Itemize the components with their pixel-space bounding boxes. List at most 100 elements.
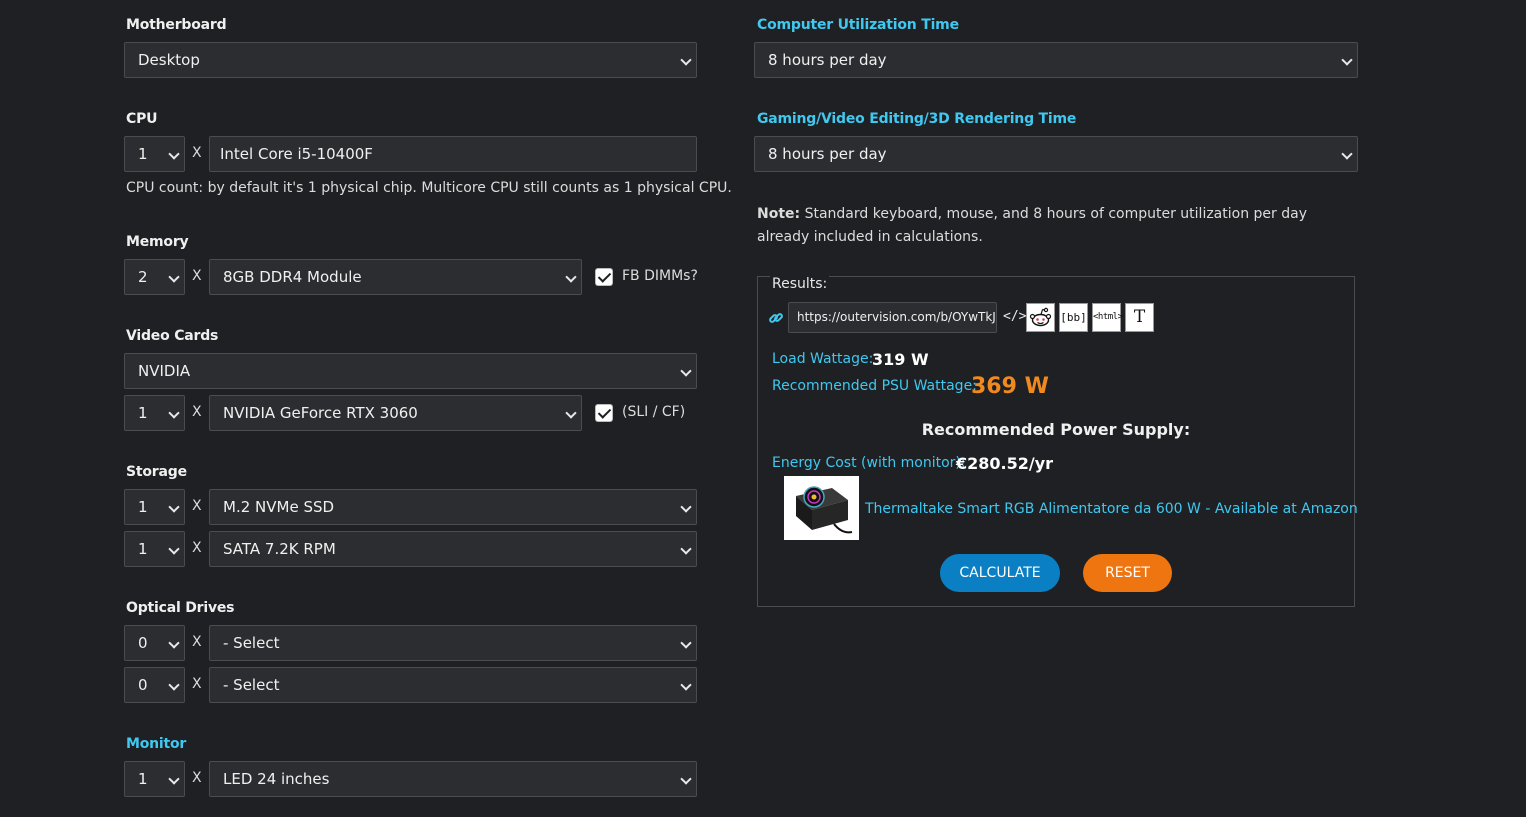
calculate-button[interactable]: CALCULATE (940, 554, 1060, 592)
video-count-select[interactable]: 1 (124, 395, 185, 431)
video-brand-value: NVIDIA (138, 362, 191, 380)
storage-count-select[interactable]: 1 (124, 531, 185, 567)
multiply-sign: X (192, 404, 202, 420)
sli-checkbox[interactable] (595, 404, 613, 422)
memory-label: Memory (126, 234, 189, 250)
memory-count-select[interactable]: 2 (124, 259, 185, 295)
chevron-down-icon (1341, 148, 1353, 160)
motherboard-label: Motherboard (126, 17, 227, 33)
link-icon (768, 310, 784, 326)
monitor-type-value: LED 24 inches (223, 770, 330, 788)
chevron-down-icon (168, 271, 180, 283)
chevron-down-icon (168, 543, 180, 555)
chevron-down-icon (168, 407, 180, 419)
reddit-share-button[interactable] (1026, 303, 1055, 332)
text-share-button[interactable]: T (1125, 303, 1154, 332)
sli-label: (SLI / CF) (622, 404, 686, 420)
utilization-value: 8 hours per day (768, 51, 887, 69)
energy-cost-label: Energy Cost (with monitor): (772, 455, 966, 471)
multiply-sign: X (192, 770, 202, 786)
monitor-count-select[interactable]: 1 (124, 761, 185, 797)
storage-type-value: SATA 7.2K RPM (223, 540, 336, 558)
optical-count-select[interactable]: 0 (124, 625, 185, 661)
memory-module-value: 8GB DDR4 Module (223, 268, 362, 286)
fb-dimms-label: FB DIMMs? (622, 268, 698, 284)
monitor-type-select[interactable]: LED 24 inches (209, 761, 697, 797)
cpu-count-select[interactable]: 1 (124, 136, 185, 172)
reset-button[interactable]: RESET (1083, 554, 1172, 592)
optical-count-select[interactable]: 0 (124, 667, 185, 703)
chevron-down-icon (168, 773, 180, 785)
optical-type-select[interactable]: - Select (209, 625, 697, 661)
psu-wattage-value: 369 W (971, 374, 1049, 399)
chevron-down-icon (680, 637, 692, 649)
storage-type-value: M.2 NVMe SSD (223, 498, 335, 516)
utilization-label: Computer Utilization Time (757, 17, 959, 33)
chevron-down-icon (680, 543, 692, 555)
chevron-down-icon (168, 679, 180, 691)
chevron-down-icon (168, 501, 180, 513)
video-brand-select[interactable]: NVIDIA (124, 353, 697, 389)
note-bold: Note: (757, 206, 801, 222)
multiply-sign: X (192, 634, 202, 650)
optical-type-select[interactable]: - Select (209, 667, 697, 703)
video-model-value: NVIDIA GeForce RTX 3060 (223, 404, 418, 422)
gaming-time-select[interactable]: 8 hours per day (754, 136, 1358, 172)
chevron-down-icon (1341, 54, 1353, 66)
motherboard-value: Desktop (138, 51, 200, 69)
chevron-down-icon (680, 773, 692, 785)
storage-count-select[interactable]: 1 (124, 489, 185, 525)
storage-type-select[interactable]: SATA 7.2K RPM (209, 531, 697, 567)
chevron-down-icon (565, 407, 577, 419)
storage-count-value: 1 (138, 498, 148, 516)
chevron-down-icon (680, 54, 692, 66)
video-cards-label: Video Cards (126, 328, 219, 344)
memory-module-select[interactable]: 8GB DDR4 Module (209, 259, 582, 295)
reddit-icon (1029, 307, 1052, 327)
bbcode-share-button[interactable]: [bb] (1059, 303, 1088, 332)
optical-type-value: - Select (223, 676, 280, 694)
motherboard-select[interactable]: Desktop (124, 42, 697, 78)
storage-type-select[interactable]: M.2 NVMe SSD (209, 489, 697, 525)
memory-count-value: 2 (138, 268, 148, 286)
embed-code-icon[interactable]: </> (1003, 309, 1026, 324)
gaming-time-value: 8 hours per day (768, 145, 887, 163)
storage-label: Storage (126, 464, 187, 480)
recommended-psu-heading: Recommended Power Supply: (921, 420, 1191, 439)
cpu-label: CPU (126, 111, 158, 127)
multiply-sign: X (192, 676, 202, 692)
chevron-down-icon (680, 501, 692, 513)
load-wattage-label: Load Wattage: (772, 351, 874, 367)
psu-product-link[interactable]: Thermaltake Smart RGB Alimentatore da 60… (865, 501, 1358, 517)
monitor-label: Monitor (126, 736, 187, 752)
share-url-input[interactable]: https://outervision.com/b/OYwTkJ (788, 302, 997, 333)
energy-cost-value: €280.52/yr (956, 454, 1054, 473)
multiply-sign: X (192, 268, 202, 284)
psu-product-image[interactable] (784, 476, 859, 540)
html-share-button[interactable]: <html> (1092, 303, 1123, 332)
load-wattage-value: 319 W (872, 350, 929, 369)
note-body: Standard keyboard, mouse, and 8 hours of… (757, 206, 1307, 245)
cpu-note: CPU count: by default it's 1 physical ch… (126, 180, 732, 196)
cpu-model-input[interactable]: Intel Core i5-10400F (209, 136, 697, 172)
note-text: Note: Standard keyboard, mouse, and 8 ho… (757, 203, 1347, 249)
chevron-down-icon (565, 271, 577, 283)
chevron-down-icon (680, 679, 692, 691)
optical-count-value: 0 (138, 634, 148, 652)
utilization-select[interactable]: 8 hours per day (754, 42, 1358, 78)
gaming-time-label: Gaming/Video Editing/3D Rendering Time (757, 111, 1077, 127)
chevron-down-icon (680, 365, 692, 377)
chevron-down-icon (168, 148, 180, 160)
optical-drives-label: Optical Drives (126, 600, 235, 616)
optical-type-value: - Select (223, 634, 280, 652)
multiply-sign: X (192, 498, 202, 514)
multiply-sign: X (192, 145, 202, 161)
cpu-count-value: 1 (138, 145, 148, 163)
video-model-select[interactable]: NVIDIA GeForce RTX 3060 (209, 395, 582, 431)
fb-dimms-checkbox[interactable] (595, 268, 613, 286)
psu-wattage-label: Recommended PSU Wattage: (772, 378, 977, 394)
video-count-value: 1 (138, 404, 148, 422)
monitor-count-value: 1 (138, 770, 148, 788)
chevron-down-icon (168, 637, 180, 649)
storage-count-value: 1 (138, 540, 148, 558)
